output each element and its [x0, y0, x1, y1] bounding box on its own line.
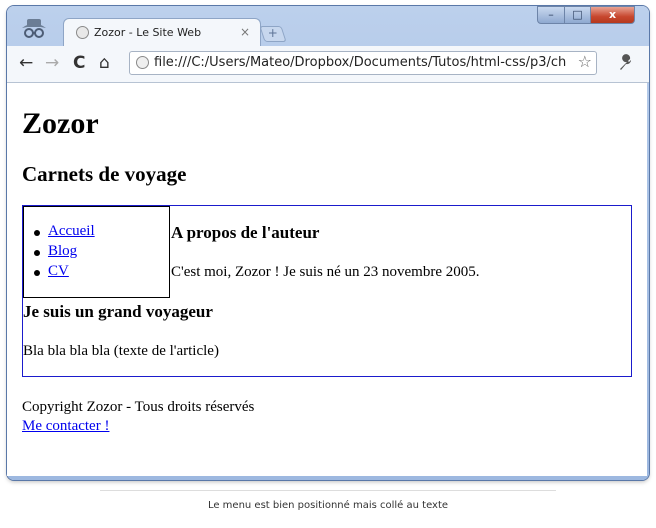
maximize-button[interactable]: □: [564, 6, 591, 24]
bookmark-star-icon[interactable]: ☆: [578, 52, 592, 71]
browser-toolbar: ← → C ⌂ file:///C:/Users/Mateo/Dropbox/D…: [7, 46, 649, 83]
page-info-icon[interactable]: [136, 56, 149, 69]
address-bar[interactable]: file:///C:/Users/Mateo/Dropbox/Documents…: [129, 51, 597, 75]
site-title: Zozor: [22, 107, 99, 140]
article-title: Je suis un grand voyageur: [23, 302, 213, 321]
new-tab-button[interactable]: +: [259, 26, 287, 42]
article-text: Bla bla bla bla (texte de l'article): [23, 343, 219, 359]
site-slogan: Carnets de voyage: [22, 162, 187, 186]
menu-link-blog[interactable]: Blog: [48, 243, 77, 259]
figure-caption: Le menu est bien positionné mais collé a…: [207, 500, 449, 511]
forward-arrow-icon[interactable]: →: [45, 53, 59, 73]
page-content: Zozor Carnets de voyage Accueil Blog CV …: [7, 83, 647, 476]
incognito-icon: [22, 19, 46, 38]
plus-icon: +: [267, 26, 278, 40]
menu-item: CV: [34, 263, 69, 280]
tab-title: Zozor - Le Site Web: [94, 26, 202, 39]
aside-title: A propos de l'auteur: [171, 223, 320, 242]
browser-window: Zozor - Le Site Web × + – □ x ← → C ⌂ fi…: [7, 6, 649, 480]
browser-tab[interactable]: Zozor - Le Site Web ×: [63, 18, 261, 47]
back-arrow-icon[interactable]: ←: [19, 53, 33, 73]
minimize-button[interactable]: –: [537, 6, 565, 24]
menu-link-cv[interactable]: CV: [48, 263, 69, 279]
main-menu: Accueil Blog CV: [23, 206, 170, 298]
wrench-icon[interactable]: [617, 54, 635, 72]
footer-copyright: Copyright Zozor - Tous droits réservés: [22, 399, 255, 415]
aside-text: C'est moi, Zozor ! Je suis né un 23 nove…: [171, 264, 480, 280]
close-window-button[interactable]: x: [590, 6, 635, 24]
page-favicon-icon: [76, 26, 89, 39]
home-icon[interactable]: ⌂: [99, 53, 110, 73]
menu-item: Accueil: [34, 223, 95, 240]
menu-item: Blog: [33, 243, 77, 260]
content-section: Accueil Blog CV A propos de l'auteur C'e…: [22, 205, 632, 377]
reload-icon[interactable]: C: [73, 53, 85, 73]
caption-divider: [100, 490, 556, 491]
title-bar: Zozor - Le Site Web × + – □ x: [7, 6, 649, 47]
menu-link-accueil[interactable]: Accueil: [48, 223, 95, 239]
address-url[interactable]: file:///C:/Users/Mateo/Dropbox/Documents…: [154, 55, 566, 70]
tab-close-icon[interactable]: ×: [240, 25, 250, 39]
contact-link[interactable]: Me contacter !: [22, 418, 109, 435]
